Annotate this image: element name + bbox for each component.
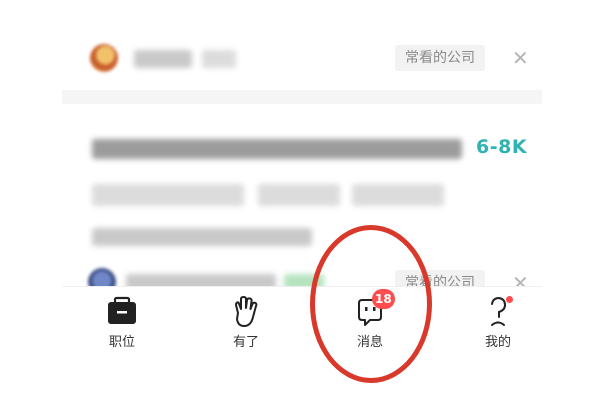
company-card[interactable]: 常看的公司 ✕ [62, 30, 542, 88]
tab-label: 我的 [484, 335, 511, 350]
tab-label: 消息 [356, 335, 383, 350]
blurred-job-title [92, 139, 462, 159]
hand-icon [226, 295, 266, 329]
profile-icon [478, 295, 518, 329]
section-divider [62, 90, 542, 104]
blurred-job-detail [92, 228, 312, 246]
blurred-job-tag [352, 184, 444, 206]
blurred-company-name [134, 50, 192, 68]
tab-profile[interactable]: 我的 [458, 295, 538, 351]
blurred-job-tag [92, 184, 244, 206]
company-avatar [90, 44, 118, 72]
bottom-tab-bar: 职位 有了 18 消息 我的 [62, 286, 542, 360]
tab-label: 职位 [108, 335, 135, 350]
job-salary: 6-8K [476, 136, 528, 158]
blurred-company-info [202, 50, 236, 68]
unread-badge: 18 [372, 289, 395, 309]
notification-dot [506, 296, 513, 303]
company-tag[interactable]: 常看的公司 [395, 45, 485, 71]
briefcase-icon [102, 295, 142, 329]
job-card[interactable]: 6-8K [62, 106, 542, 276]
tab-label: 有了 [232, 335, 259, 350]
tab-jobs[interactable]: 职位 [82, 295, 162, 351]
blurred-job-tag [258, 184, 340, 206]
tab-youle[interactable]: 有了 [206, 295, 286, 351]
close-icon[interactable]: ✕ [512, 48, 529, 68]
app-screen: 常看的公司 ✕ 6-8K 常看的公司 ✕ 职位 有了 18 消息 我的 [62, 30, 542, 360]
message-icon: 18 [350, 289, 395, 329]
tab-messages[interactable]: 18 消息 [330, 289, 410, 351]
